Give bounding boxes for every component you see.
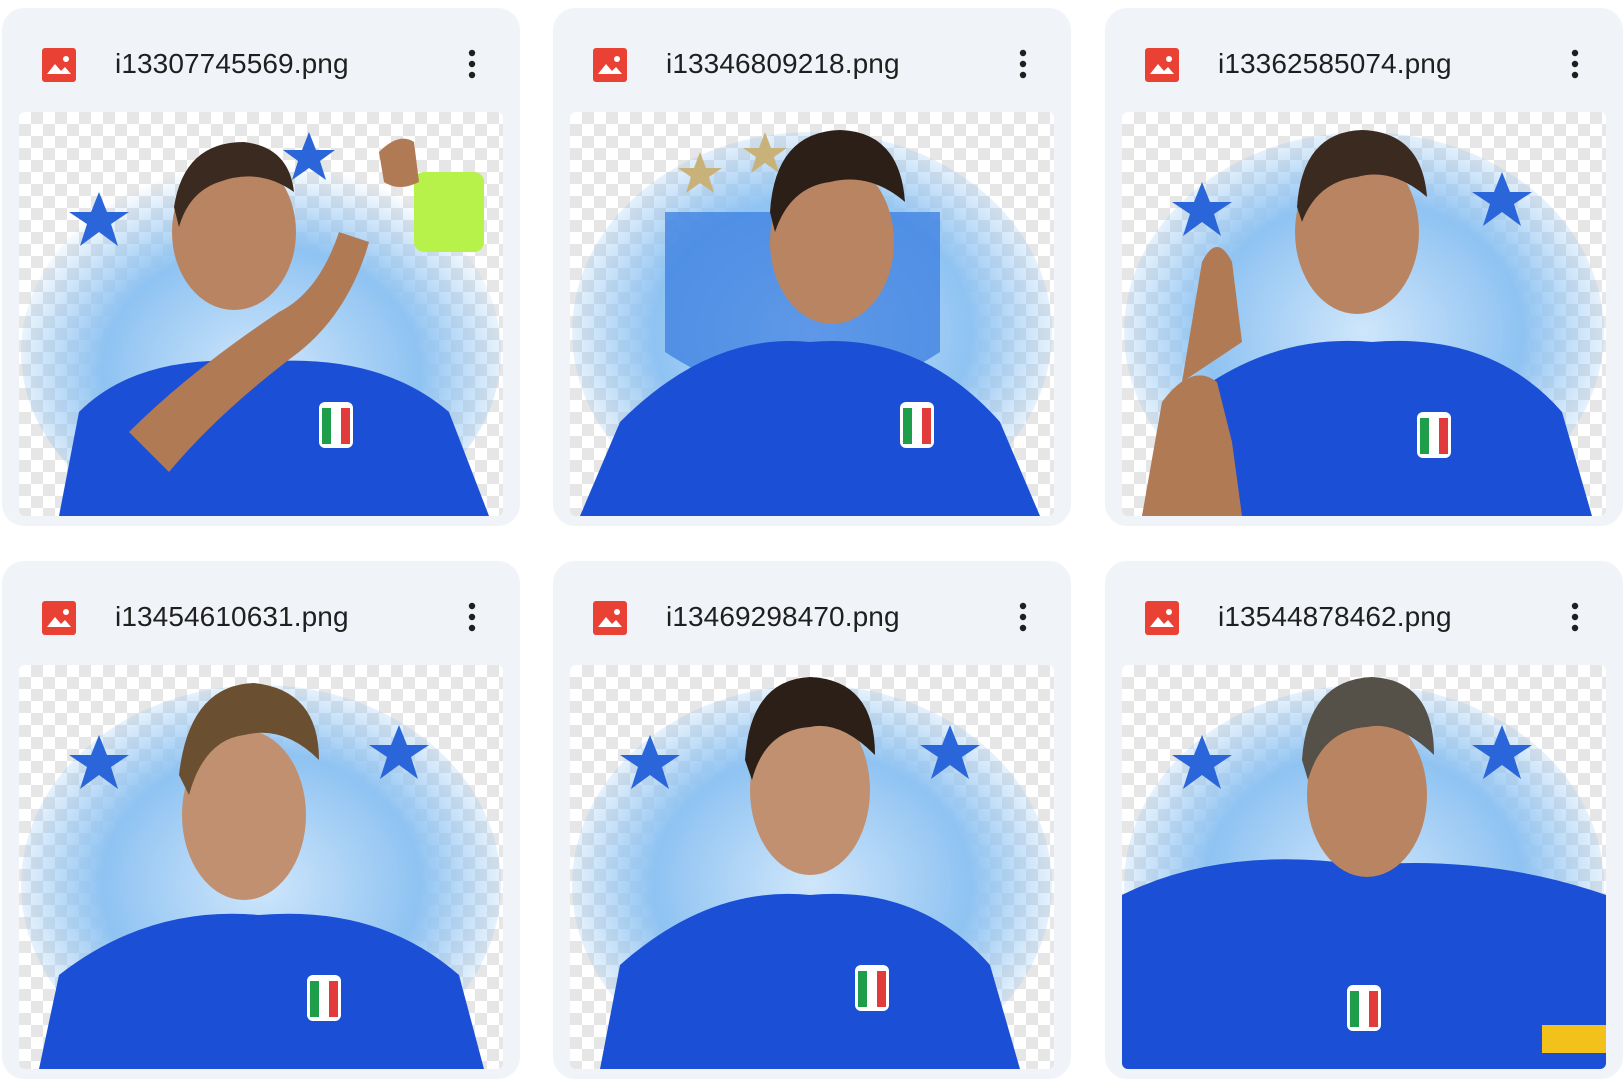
file-name: i13362585074.png [1218,48,1452,79]
more-vert-icon [1571,602,1579,632]
image-file-icon [42,601,76,635]
file-card-header: i13362585074.png [1105,8,1623,108]
more-options-button[interactable] [1553,40,1597,88]
more-vert-icon [468,602,476,632]
file-grid: i13307745569.png i13346809218.png i13362… [0,0,1624,1080]
file-name: i13544878462.png [1218,601,1452,632]
image-thumbnail[interactable] [570,112,1054,516]
player-portrait [21,132,501,516]
image-file-icon [42,48,76,82]
file-card[interactable]: i13362585074.png [1105,8,1623,526]
more-options-button[interactable] [450,40,494,88]
file-card-header: i13544878462.png [1105,561,1623,661]
image-file-icon [593,48,627,82]
image-file-icon [1145,601,1179,635]
image-thumbnail[interactable] [1122,665,1606,1069]
image-file-icon [1145,48,1179,82]
image-file-icon [593,601,627,635]
file-card-header: i13454610631.png [2,561,520,661]
player-portrait [1124,130,1604,516]
file-card[interactable]: i13469298470.png [553,561,1071,1079]
file-name: i13346809218.png [666,48,900,79]
file-card[interactable]: i13346809218.png [553,8,1071,526]
file-name: i13469298470.png [666,601,900,632]
file-card-header: i13307745569.png [2,8,520,108]
player-portrait [572,677,1052,1069]
file-name: i13454610631.png [115,601,349,632]
more-vert-icon [1019,602,1027,632]
file-card[interactable]: i13544878462.png [1105,561,1623,1079]
file-card-header: i13346809218.png [553,8,1071,108]
more-options-button[interactable] [450,593,494,641]
more-vert-icon [468,49,476,79]
file-card-header: i13469298470.png [553,561,1071,661]
more-options-button[interactable] [1001,593,1045,641]
image-thumbnail[interactable] [570,665,1054,1069]
more-vert-icon [1571,49,1579,79]
player-portrait [572,130,1052,516]
more-vert-icon [1019,49,1027,79]
more-options-button[interactable] [1553,593,1597,641]
player-portrait [21,683,501,1069]
image-thumbnail[interactable] [19,112,503,516]
image-thumbnail[interactable] [19,665,503,1069]
file-name: i13307745569.png [115,48,349,79]
image-thumbnail[interactable] [1122,112,1606,516]
player-portrait [1122,677,1606,1069]
file-card[interactable]: i13454610631.png [2,561,520,1079]
more-options-button[interactable] [1001,40,1045,88]
file-card[interactable]: i13307745569.png [2,8,520,526]
